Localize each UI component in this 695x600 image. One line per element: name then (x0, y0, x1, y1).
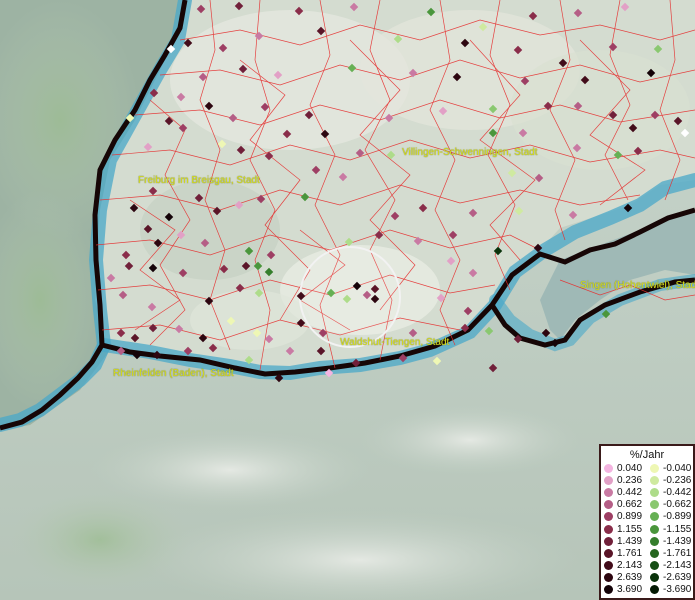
city-label-waldshut: Waldshut-Tiengen, Stadt (340, 337, 450, 348)
legend-swatch (604, 512, 613, 522)
legend-swatch (604, 524, 613, 534)
legend-swatch (650, 487, 659, 497)
legend-entry: 0.236 (601, 475, 647, 486)
city-label-villingen: Villingen-Schwenningen, Stadt (402, 147, 538, 158)
legend-entry: -1.439 (647, 536, 693, 547)
legend-swatch (650, 512, 659, 522)
city-label-freiburg: Freiburg im Breisgau, Stadt (138, 175, 260, 186)
legend-value: 0.236 (617, 474, 643, 486)
legend-value: -0.662 (663, 499, 692, 511)
legend-value: 3.690 (617, 584, 643, 596)
legend-value: 1.761 (617, 547, 643, 559)
legend-entry: 0.040 (601, 463, 647, 474)
legend-entry: 1.439 (601, 536, 647, 547)
legend-row: 0.899 -0.899 (601, 511, 693, 523)
legend-value: 2.143 (617, 560, 643, 572)
city-label-singen: Singen (Hohentwiel), Stadt (580, 280, 695, 291)
legend-entry: -0.040 (647, 463, 693, 474)
legend-value: -3.690 (663, 584, 692, 596)
legend-row: 1.761 -1.761 (601, 547, 693, 559)
legend-entry: -2.639 (647, 572, 693, 583)
legend-row: 0.236 -0.236 (601, 474, 693, 486)
legend-entry: 0.662 (601, 499, 647, 510)
legend-row: 1.439 -1.439 (601, 535, 693, 547)
city-label-rheinfelden: Rheinfelden (Baden), Stadt (113, 368, 234, 379)
legend-swatch (650, 561, 659, 571)
legend-swatch (604, 548, 613, 558)
legend-value: 1.439 (617, 535, 643, 547)
selection-circle (299, 246, 401, 348)
legend-swatch (650, 548, 659, 558)
legend-title: %/Jahr (629, 449, 665, 461)
legend-swatch (650, 536, 659, 546)
legend-value: -0.236 (663, 474, 692, 486)
legend-swatch (604, 561, 613, 571)
legend-value: -0.442 (663, 486, 692, 498)
legend-swatch (604, 536, 613, 546)
legend-value: -1.155 (663, 523, 692, 535)
legend-swatch (650, 524, 659, 534)
legend-entry: 1.761 (601, 548, 647, 559)
legend-row: 0.662 -0.662 (601, 499, 693, 511)
legend-row: 0.442 -0.442 (601, 486, 693, 498)
relief-map[interactable] (0, 0, 695, 600)
legend-rows: 0.040 -0.040 0.236 -0.236 0.442 -0.442 0.662 -0… (601, 462, 693, 596)
legend-swatch (604, 487, 613, 497)
legend-entry: -2.143 (647, 560, 693, 571)
legend-entry: -3.690 (647, 584, 693, 595)
legend-value: -0.899 (663, 511, 692, 523)
legend-value: -1.439 (663, 535, 692, 547)
legend-value: 0.899 (617, 511, 643, 523)
legend-value: 1.155 (617, 523, 643, 535)
legend-entry: 0.899 (601, 511, 647, 522)
legend-swatch (650, 463, 659, 473)
legend-entry: 3.690 (601, 584, 647, 595)
legend-swatch (650, 500, 659, 510)
legend-row: 3.690 -3.690 (601, 584, 693, 596)
legend-swatch (650, 475, 659, 485)
legend-entry: -0.662 (647, 499, 693, 510)
legend-value: 0.040 (617, 462, 643, 474)
legend-value: -2.639 (663, 572, 692, 584)
legend-entry: 2.639 (601, 572, 647, 583)
legend-row: 0.040 -0.040 (601, 462, 693, 474)
legend-row: 2.143 -2.143 (601, 560, 693, 572)
legend-entry: 1.155 (601, 524, 647, 535)
legend-value: -0.040 (663, 462, 692, 474)
legend-swatch (650, 573, 659, 583)
legend-swatch (604, 573, 613, 583)
legend-entry: -1.155 (647, 524, 693, 535)
legend-row: 2.639 -2.639 (601, 572, 693, 584)
legend-value: 0.662 (617, 499, 643, 511)
legend-entry: -1.761 (647, 548, 693, 559)
legend-entry: -0.899 (647, 511, 693, 522)
legend-entry: 0.442 (601, 487, 647, 498)
legend-swatch (604, 585, 613, 595)
legend-entry: -0.236 (647, 475, 693, 486)
legend-value: -1.761 (663, 547, 692, 559)
legend-entry: -0.442 (647, 487, 693, 498)
legend-swatch (604, 463, 613, 473)
legend-entry: 2.143 (601, 560, 647, 571)
map-legend: %/Jahr 0.040 -0.040 0.236 -0.236 0.442 -0.442… (599, 444, 695, 600)
legend-swatch (604, 500, 613, 510)
legend-row: 1.155 -1.155 (601, 523, 693, 535)
legend-value: 0.442 (617, 486, 643, 498)
legend-swatch (650, 585, 659, 595)
legend-value: -2.143 (663, 560, 692, 572)
legend-swatch (604, 475, 613, 485)
legend-value: 2.639 (617, 572, 643, 584)
